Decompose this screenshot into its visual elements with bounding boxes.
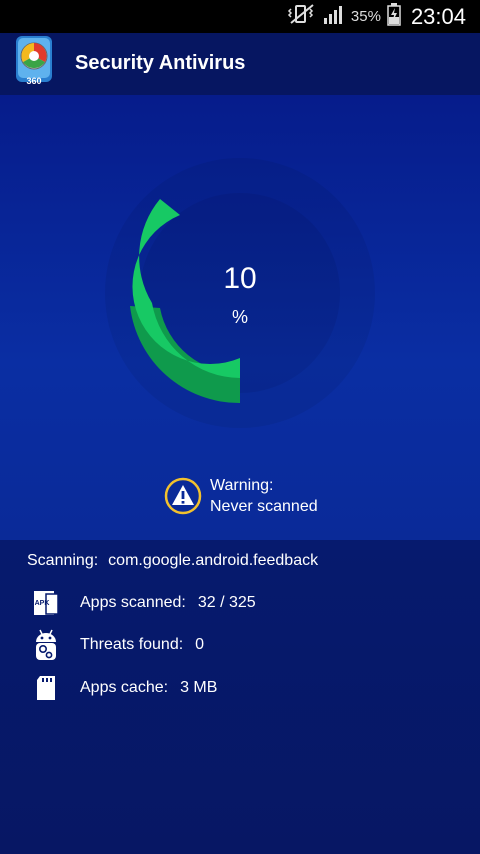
stat-row-threats-found: Threats found: 0 bbox=[30, 629, 205, 661]
progress-percent-unit: % bbox=[231, 307, 248, 327]
progress-percent-value: 10 bbox=[223, 262, 257, 295]
stat-row-apps-cache: Apps cache: 3 MB bbox=[30, 673, 217, 703]
signal-icon bbox=[323, 3, 345, 30]
threats-found-value: 0 bbox=[195, 636, 205, 653]
mute-vibrate-icon bbox=[287, 3, 317, 30]
apps-scanned-value: 32 / 325 bbox=[197, 594, 256, 611]
app-logo[interactable]: 360 bbox=[14, 36, 54, 86]
warning-notice: Warning: Never scanned bbox=[164, 475, 318, 517]
app-title: Security Antivirus bbox=[75, 52, 246, 74]
scanning-value: com.google.android.feedback bbox=[108, 552, 319, 569]
apk-icon: APK bbox=[30, 587, 62, 619]
clock: 23:04 bbox=[410, 3, 466, 29]
apps-cache-label: Apps cache: bbox=[80, 679, 169, 696]
scanning-label: Scanning: bbox=[27, 552, 99, 569]
threats-found-label: Threats found: bbox=[80, 636, 184, 653]
battery-percent: 35% bbox=[350, 8, 381, 25]
warning-message: Never scanned bbox=[210, 498, 318, 515]
logo-text: 360 bbox=[26, 76, 41, 86]
stat-row-apps-scanned: APK Apps scanned: 32 / 325 bbox=[30, 588, 256, 618]
apps-cache-value: 3 MB bbox=[180, 679, 218, 696]
scan-info-panel: Scanning: com.google.android.feedback APK… bbox=[0, 540, 480, 854]
apps-scanned-label: Apps scanned: bbox=[80, 594, 186, 611]
warning-icon bbox=[164, 477, 202, 515]
battery-charging-icon bbox=[387, 2, 401, 31]
warning-title: Warning: bbox=[210, 477, 274, 494]
svg-text:APK: APK bbox=[35, 600, 50, 607]
sd-card-icon bbox=[30, 672, 62, 704]
app-bar: 360 Security Antivirus bbox=[0, 33, 480, 95]
scanning-row: Scanning: com.google.android.feedback bbox=[27, 552, 318, 570]
android-gear-icon bbox=[30, 629, 62, 661]
status-bar: 35% 23:04 bbox=[0, 0, 480, 33]
scan-progress-panel: 10 % Warning: Never scanned bbox=[0, 95, 480, 540]
